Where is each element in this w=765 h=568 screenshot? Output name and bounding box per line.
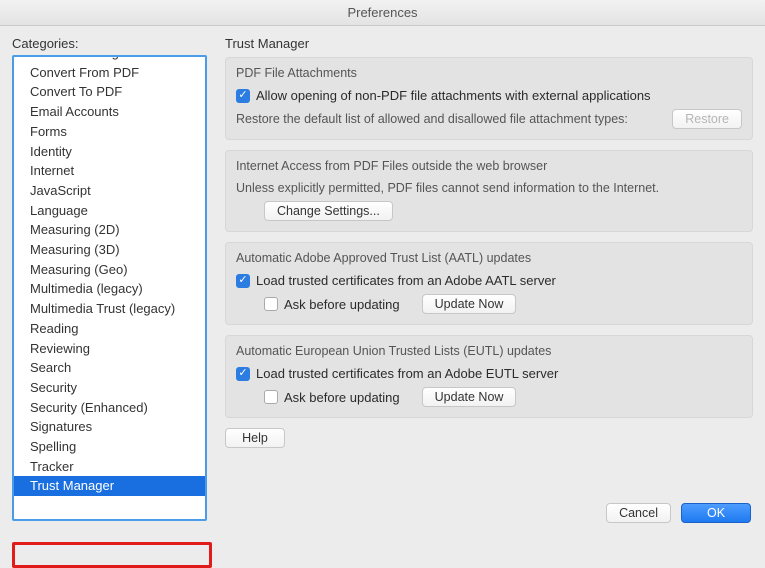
aatl-load-label: Load trusted certificates from an Adobe …: [256, 273, 556, 288]
group-pdf-attachments: PDF File Attachments Allow opening of no…: [225, 57, 753, 140]
category-item[interactable]: Reading: [14, 319, 205, 339]
window-title: Preferences: [0, 0, 765, 26]
category-item[interactable]: Security: [14, 378, 205, 398]
aatl-ask-label: Ask before updating: [284, 297, 400, 312]
eutl-load-label: Load trusted certificates from an Adobe …: [256, 366, 558, 381]
category-item[interactable]: Tracker: [14, 457, 205, 477]
help-button[interactable]: Help: [225, 428, 285, 448]
group-title: Automatic Adobe Approved Trust List (AAT…: [236, 251, 742, 265]
cancel-button[interactable]: Cancel: [606, 503, 671, 523]
aatl-update-button[interactable]: Update Now: [422, 294, 517, 314]
category-item[interactable]: Security (Enhanced): [14, 398, 205, 418]
category-item[interactable]: Reviewing: [14, 339, 205, 359]
group-aatl: Automatic Adobe Approved Trust List (AAT…: [225, 242, 753, 325]
category-item[interactable]: Measuring (3D): [14, 240, 205, 260]
change-settings-button[interactable]: Change Settings...: [264, 201, 393, 221]
allow-opening-checkbox[interactable]: [236, 89, 250, 103]
group-title: PDF File Attachments: [236, 66, 742, 80]
internet-desc: Unless explicitly permitted, PDF files c…: [236, 181, 659, 195]
category-item[interactable]: Signatures: [14, 417, 205, 437]
group-title: Automatic European Union Trusted Lists (…: [236, 344, 742, 358]
aatl-ask-checkbox[interactable]: [264, 297, 278, 311]
group-internet-access: Internet Access from PDF Files outside t…: [225, 150, 753, 232]
categories-label: Categories:: [12, 36, 207, 51]
category-item[interactable]: Measuring (Geo): [14, 260, 205, 280]
group-eutl: Automatic European Union Trusted Lists (…: [225, 335, 753, 418]
category-item[interactable]: Email Accounts: [14, 102, 205, 122]
category-item[interactable]: Spelling: [14, 437, 205, 457]
category-item[interactable]: Convert From PDF: [14, 63, 205, 83]
allow-opening-label: Allow opening of non-PDF file attachment…: [256, 88, 651, 103]
highlight-annotation: [12, 542, 212, 568]
category-item[interactable]: Language: [14, 201, 205, 221]
category-item[interactable]: Convert To PDF: [14, 82, 205, 102]
category-item[interactable]: Internet: [14, 161, 205, 181]
category-item[interactable]: Forms: [14, 122, 205, 142]
category-item[interactable]: Measuring (2D): [14, 220, 205, 240]
categories-listbox[interactable]: Content EditingConvert From PDFConvert T…: [12, 55, 207, 521]
eutl-ask-label: Ask before updating: [284, 390, 400, 405]
eutl-load-checkbox[interactable]: [236, 367, 250, 381]
category-item[interactable]: Multimedia Trust (legacy): [14, 299, 205, 319]
eutl-ask-checkbox[interactable]: [264, 390, 278, 404]
restore-desc: Restore the default list of allowed and …: [236, 112, 628, 126]
category-item[interactable]: Multimedia (legacy): [14, 279, 205, 299]
category-item[interactable]: Content Editing: [14, 55, 205, 63]
ok-button[interactable]: OK: [681, 503, 751, 523]
category-item[interactable]: Search: [14, 358, 205, 378]
restore-button[interactable]: Restore: [672, 109, 742, 129]
category-item[interactable]: Trust Manager: [14, 476, 205, 496]
panel-title: Trust Manager: [225, 36, 753, 51]
category-item[interactable]: Identity: [14, 142, 205, 162]
eutl-update-button[interactable]: Update Now: [422, 387, 517, 407]
category-item[interactable]: JavaScript: [14, 181, 205, 201]
group-title: Internet Access from PDF Files outside t…: [236, 159, 742, 173]
aatl-load-checkbox[interactable]: [236, 274, 250, 288]
